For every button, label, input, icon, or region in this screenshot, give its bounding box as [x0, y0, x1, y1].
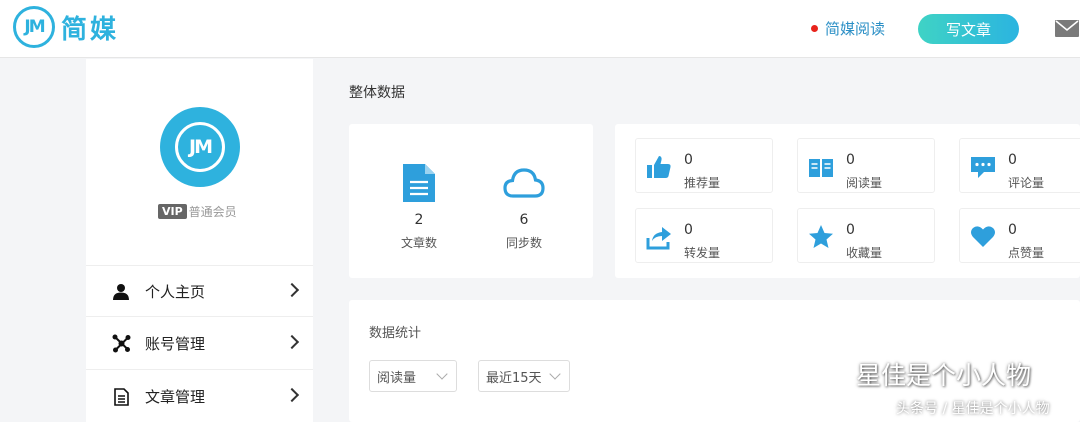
metric-shares: 0 转发量 — [635, 208, 773, 263]
chevron-down-icon — [436, 368, 448, 380]
mail-icon[interactable] — [1055, 20, 1079, 37]
sidebar-item-articles[interactable]: 文章管理 — [86, 371, 313, 422]
metric-label: 点赞量 — [1008, 246, 1045, 260]
metric-comments: 0 评论量 — [959, 138, 1080, 193]
sidebar-item-label: 个人主页 — [145, 282, 206, 301]
metric-label: 推荐量 — [684, 176, 721, 190]
metric-value: 0 — [1008, 152, 1017, 168]
page-title: 整体数据 — [349, 85, 405, 101]
metric-select[interactable]: 阅读量 — [369, 360, 457, 392]
metric-favorites: 0 收藏量 — [797, 208, 935, 263]
sidebar-item-label: 账号管理 — [145, 335, 206, 353]
metric-label: 收藏量 — [846, 246, 883, 260]
file-icon — [403, 164, 435, 202]
sidebar-item-homepage[interactable]: 个人主页 — [86, 265, 313, 317]
wechat-icon — [809, 360, 846, 387]
comment-icon — [971, 157, 995, 178]
write-article-button[interactable]: 写文章 — [918, 14, 1019, 44]
metric-likes: 0 点赞量 — [959, 208, 1080, 263]
logo-mark: JM — [13, 6, 55, 48]
chevron-right-icon — [284, 282, 300, 298]
share-icon — [646, 227, 671, 250]
nav-read-label: 简媒阅读 — [825, 20, 886, 38]
stats-title: 数据统计 — [369, 326, 422, 341]
metric-recommend: 0 推荐量 — [635, 138, 773, 193]
member-level: VIP 普通会员 — [158, 203, 237, 220]
cloud-icon — [503, 168, 545, 198]
metric-value: 0 — [846, 222, 855, 238]
star-icon — [809, 225, 833, 248]
stat-sync: 6 同步数 — [484, 162, 564, 251]
metric-label: 阅读量 — [846, 176, 883, 190]
sync-label: 同步数 — [505, 236, 542, 250]
network-icon — [111, 334, 131, 354]
watermark-text: 星佳是个小人物 — [856, 361, 1032, 390]
avatar-mark: JM — [175, 122, 225, 172]
metric-value: 0 — [684, 222, 693, 238]
watermark: 星佳是个小人物 — [808, 356, 1031, 392]
range-select-value: 最近15天 — [486, 370, 542, 386]
top-header: JM 简媒 简媒阅读 写文章 — [0, 0, 1080, 58]
range-select[interactable]: 最近15天 — [478, 360, 570, 392]
sidebar-item-account[interactable]: 账号管理 — [86, 318, 313, 370]
articles-label: 文章数 — [400, 236, 437, 250]
stat-articles: 2 文章数 — [379, 162, 459, 251]
nav-jianmei-read[interactable]: 简媒阅读 — [811, 18, 885, 39]
logo[interactable]: JM 简媒 — [13, 6, 119, 48]
summary-card: 2 文章数 6 同步数 — [349, 124, 593, 278]
chevron-right-icon — [284, 387, 300, 403]
member-level-label: 普通会员 — [188, 205, 237, 219]
sidebar: JM VIP 普通会员 个人主页 账号管理 文章管理 — [86, 59, 313, 422]
metrics-card: 0 推荐量 0 阅读量 0 评论量 0 转发量 0 收藏量 0 点赞量 — [615, 124, 1080, 278]
chevron-right-icon — [284, 334, 300, 350]
user-icon — [111, 281, 131, 301]
metric-label: 评论量 — [1008, 176, 1045, 190]
document-icon — [111, 387, 131, 407]
metric-value: 0 — [846, 152, 855, 168]
articles-count: 2 — [414, 212, 424, 228]
metric-value: 0 — [1008, 222, 1017, 238]
sync-count: 6 — [519, 212, 529, 228]
metric-label: 转发量 — [684, 246, 721, 260]
watermark-sub: 头条号 / 星佳是个小人物 — [896, 401, 1050, 417]
chevron-down-icon — [549, 368, 561, 380]
sidebar-item-label: 文章管理 — [145, 388, 206, 406]
book-icon — [809, 159, 833, 177]
vip-badge: VIP — [158, 204, 187, 219]
logo-text: 简媒 — [61, 14, 120, 45]
thumbs-up-icon — [647, 156, 671, 178]
heart-icon — [971, 226, 995, 247]
metric-select-value: 阅读量 — [377, 370, 417, 386]
metric-reads: 0 阅读量 — [797, 138, 935, 193]
avatar[interactable]: JM — [160, 107, 240, 187]
red-dot-indicator — [811, 25, 818, 32]
metric-value: 0 — [684, 152, 693, 168]
